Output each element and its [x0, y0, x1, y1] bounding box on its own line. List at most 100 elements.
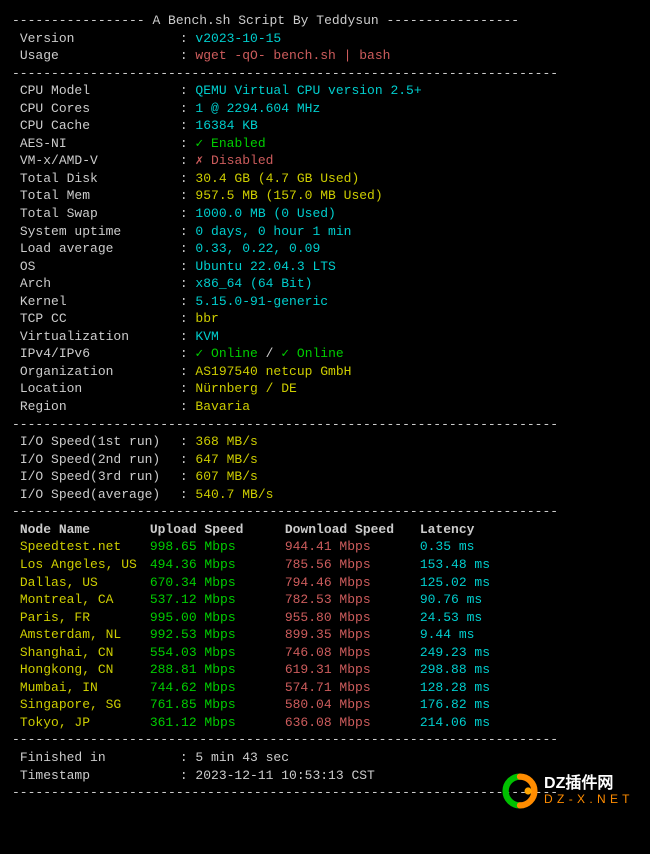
latency: 214.06 ms: [420, 714, 490, 732]
latency: 176.82 ms: [420, 696, 490, 714]
speedtest-row: Montreal, CA537.12 Mbps782.53 Mbps90.76 …: [12, 591, 638, 609]
disk-label: Total Disk: [20, 170, 180, 188]
speedtest-row: Mumbai, IN744.62 Mbps574.71 Mbps128.28 m…: [12, 679, 638, 697]
watermark: DZ插件网 D Z - X . N E T: [502, 773, 630, 809]
ioavg-value: 540.7 MB/s: [195, 487, 273, 502]
version-label: Version: [20, 30, 180, 48]
aesni-row: AES-NI: ✓ Enabled: [12, 135, 638, 153]
divider: ----------------------------------------…: [12, 731, 638, 749]
mem-value: 957.5 MB (157.0 MB Used): [195, 188, 382, 203]
cpu-cores-value: 1 @ 2294.604 MHz: [195, 101, 320, 116]
download-speed: 794.46 Mbps: [285, 574, 420, 592]
head-latency: Latency: [420, 521, 475, 539]
io1-label: I/O Speed(1st run): [20, 433, 180, 451]
latency: 125.02 ms: [420, 574, 490, 592]
speedtest-row: Los Angeles, US494.36 Mbps785.56 Mbps153…: [12, 556, 638, 574]
version-row: Version: v2023-10-15: [12, 30, 638, 48]
finished-label: Finished in: [20, 749, 180, 767]
vmx-value: ✗ Disabled: [195, 153, 273, 168]
head-node: Node Name: [20, 521, 150, 539]
uptime-value: 0 days, 0 hour 1 min: [195, 224, 351, 239]
ioavg-row: I/O Speed(average): 540.7 MB/s: [12, 486, 638, 504]
latency: 249.23 ms: [420, 644, 490, 662]
os-value: Ubuntu 22.04.3 LTS: [195, 259, 335, 274]
speedtest-row: Amsterdam, NL992.53 Mbps899.35 Mbps9.44 …: [12, 626, 638, 644]
swap-value: 1000.0 MB (0 Used): [195, 206, 335, 221]
cpu-model-row: CPU Model: QEMU Virtual CPU version 2.5+: [12, 82, 638, 100]
latency: 298.88 ms: [420, 661, 490, 679]
download-speed: 899.35 Mbps: [285, 626, 420, 644]
os-label: OS: [20, 258, 180, 276]
dash-open: -----------------: [12, 13, 152, 28]
download-speed: 785.56 Mbps: [285, 556, 420, 574]
vmx-row: VM-x/AMD-V: ✗ Disabled: [12, 152, 638, 170]
finished-row: Finished in: 5 min 43 sec: [12, 749, 638, 767]
latency: 128.28 ms: [420, 679, 490, 697]
latency: 24.53 ms: [420, 609, 482, 627]
download-speed: 782.53 Mbps: [285, 591, 420, 609]
region-value: Bavaria: [195, 399, 250, 414]
load-value: 0.33, 0.22, 0.09: [195, 241, 320, 256]
io3-label: I/O Speed(3rd run): [20, 468, 180, 486]
org-row: Organization: AS197540 netcup GmbH: [12, 363, 638, 381]
tcpcc-row: TCP CC: bbr: [12, 310, 638, 328]
disk-value: 30.4 GB (4.7 GB Used): [195, 171, 359, 186]
io2-value: 647 MB/s: [195, 452, 257, 467]
speedtest-header: Node NameUpload SpeedDownload SpeedLaten…: [12, 521, 638, 539]
uptime-label: System uptime: [20, 223, 180, 241]
download-speed: 955.80 Mbps: [285, 609, 420, 627]
watermark-icon: [502, 773, 538, 809]
cpu-cache-value: 16384 KB: [195, 118, 257, 133]
cpu-model-value: QEMU Virtual CPU version 2.5+: [195, 83, 421, 98]
org-label: Organization: [20, 363, 180, 381]
region-label: Region: [20, 398, 180, 416]
watermark-text: DZ插件网 D Z - X . N E T: [544, 775, 630, 806]
ipv6-value: ✓ Online: [281, 346, 343, 361]
head-download: Download Speed: [285, 521, 420, 539]
speedtest-row: Speedtest.net998.65 Mbps944.41 Mbps0.35 …: [12, 538, 638, 556]
upload-speed: 537.12 Mbps: [150, 591, 285, 609]
io1-row: I/O Speed(1st run): 368 MB/s: [12, 433, 638, 451]
upload-speed: 554.03 Mbps: [150, 644, 285, 662]
io2-row: I/O Speed(2nd run): 647 MB/s: [12, 451, 638, 469]
divider: ----------------------------------------…: [12, 65, 638, 83]
speedtest-row: Paris, FR995.00 Mbps955.80 Mbps24.53 ms: [12, 609, 638, 627]
download-speed: 619.31 Mbps: [285, 661, 420, 679]
upload-speed: 992.53 Mbps: [150, 626, 285, 644]
io1-value: 368 MB/s: [195, 434, 257, 449]
kernel-label: Kernel: [20, 293, 180, 311]
dash-close: -----------------: [379, 13, 519, 28]
speedtest-row: Singapore, SG761.85 Mbps580.04 Mbps176.8…: [12, 696, 638, 714]
upload-speed: 288.81 Mbps: [150, 661, 285, 679]
tcpcc-label: TCP CC: [20, 310, 180, 328]
speedtest-row: Shanghai, CN554.03 Mbps746.08 Mbps249.23…: [12, 644, 638, 662]
io2-label: I/O Speed(2nd run): [20, 451, 180, 469]
usage-label: Usage: [20, 47, 180, 65]
tcpcc-value: bbr: [195, 311, 218, 326]
arch-label: Arch: [20, 275, 180, 293]
vmx-label: VM-x/AMD-V: [20, 152, 180, 170]
swap-label: Total Swap: [20, 205, 180, 223]
io3-row: I/O Speed(3rd run): 607 MB/s: [12, 468, 638, 486]
upload-speed: 744.62 Mbps: [150, 679, 285, 697]
node-name: Dallas, US: [20, 574, 150, 592]
ioavg-label: I/O Speed(average): [20, 486, 180, 504]
upload-speed: 494.36 Mbps: [150, 556, 285, 574]
cpu-cores-label: CPU Cores: [20, 100, 180, 118]
node-name: Shanghai, CN: [20, 644, 150, 662]
node-name: Paris, FR: [20, 609, 150, 627]
download-speed: 580.04 Mbps: [285, 696, 420, 714]
ipv-sep: /: [258, 346, 281, 361]
download-speed: 944.41 Mbps: [285, 538, 420, 556]
timestamp-label: Timestamp: [20, 767, 180, 785]
cpu-cache-row: CPU Cache: 16384 KB: [12, 117, 638, 135]
usage-row: Usage: wget -qO- bench.sh | bash: [12, 47, 638, 65]
virt-value: KVM: [195, 329, 218, 344]
watermark-line2: D Z - X . N E T: [544, 793, 630, 806]
usage-value: wget -qO- bench.sh | bash: [195, 48, 390, 63]
load-row: Load average: 0.33, 0.22, 0.09: [12, 240, 638, 258]
latency: 90.76 ms: [420, 591, 482, 609]
mem-row: Total Mem: 957.5 MB (157.0 MB Used): [12, 187, 638, 205]
latency: 153.48 ms: [420, 556, 490, 574]
cpu-model-label: CPU Model: [20, 82, 180, 100]
